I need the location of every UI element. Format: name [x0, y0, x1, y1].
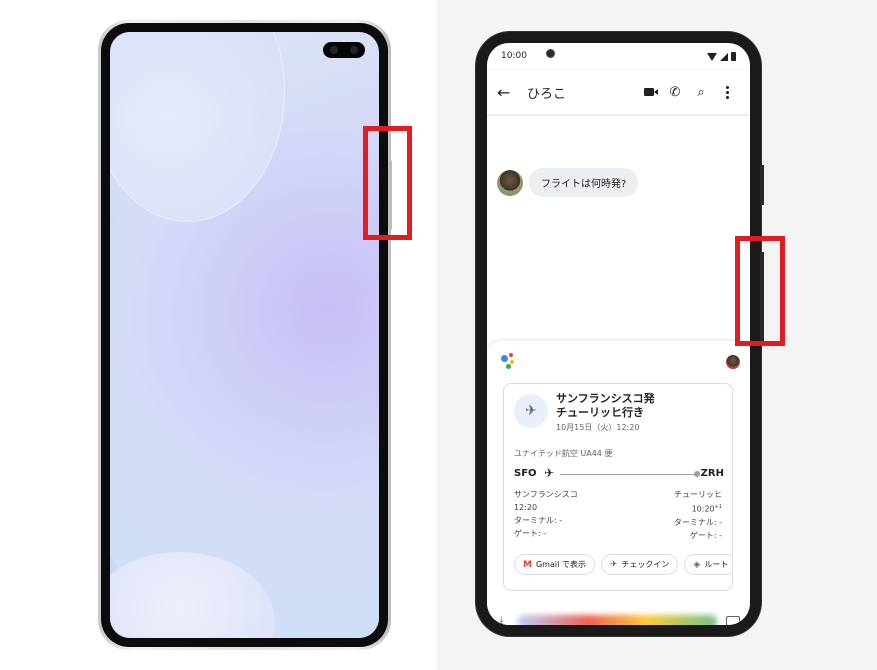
route-line [560, 474, 694, 475]
status-bar: 10:00 [501, 49, 736, 65]
view-in-gmail-chip[interactable]: M Gmail で表示 [514, 554, 595, 575]
video-call-icon[interactable] [636, 80, 662, 104]
right-phone-screen: 10:00 ← ひろこ ✆ ⌕ フライトは何時発? ✈ サンフランシスコ発 チュ… [487, 43, 750, 625]
flight-card[interactable]: ✈ サンフランシスコ発 チューリッヒ行き 10月15日（火）12:20 ユナイテ… [503, 383, 733, 591]
left-phone-bezel [101, 23, 388, 647]
front-camera [323, 42, 365, 58]
check-in-chip[interactable]: ✈ チェックイン [600, 554, 679, 575]
left-phone [98, 20, 391, 650]
origin-details: サンフランシスコ 12:20 ターミナル: - ゲート: - [514, 488, 578, 540]
avatar[interactable] [497, 169, 523, 196]
search-icon[interactable]: ⌕ [688, 80, 714, 104]
assistant-bottom-bar: ⤓ [487, 611, 750, 625]
flight-title-line1: サンフランシスコ発 [556, 392, 655, 405]
inbox-icon[interactable]: ⤓ [499, 615, 503, 625]
signal-icon [720, 52, 728, 61]
status-time: 10:00 [501, 51, 527, 61]
route-endpoint [694, 471, 700, 477]
airplane-route-icon: ✈ [544, 466, 555, 480]
user-avatar[interactable] [726, 355, 740, 369]
origin-gate: ゲート: - [514, 529, 547, 538]
route: SFO ✈ ZRH [514, 466, 724, 482]
destination-terminal: ターミナル: - [673, 517, 722, 527]
right-phone-side-button [760, 165, 764, 205]
highlight-box-right [735, 236, 785, 346]
message-bubble[interactable]: フライトは何時発? [529, 168, 639, 197]
origin-city: サンフランシスコ [514, 490, 578, 499]
origin-code: SFO [514, 468, 537, 479]
assistant-panel: ✈ サンフランシスコ発 チューリッヒ行き 10月15日（火）12:20 ユナイテ… [487, 341, 750, 611]
arrival-time-value: 10:20 [691, 504, 715, 514]
right-phone-camera [546, 49, 555, 58]
airline: ユナイテッド航空 UA44 便 [514, 449, 613, 458]
origin-terminal: ターミナル: - [514, 516, 563, 525]
app-bar: ← ひろこ ✆ ⌕ [487, 70, 750, 114]
more-vert-icon[interactable] [714, 80, 740, 104]
flight-title-line2: チューリッヒ行き [556, 406, 644, 419]
right-phone: 10:00 ← ひろこ ✆ ⌕ フライトは何時発? ✈ サンフランシスコ発 チュ… [476, 32, 761, 636]
google-assistant-icon [501, 353, 519, 371]
flight-takeoff-icon: ✈ [609, 559, 618, 570]
highlight-box-left [363, 126, 412, 240]
message-row: フライトは何時発? [497, 168, 639, 197]
action-chips: M Gmail で表示 ✈ チェックイン ◈ ルート [514, 554, 732, 575]
departure-time: 12:20 [514, 503, 538, 512]
destination-code: ZRH [700, 468, 724, 479]
flight-title: サンフランシスコ発 チューリッヒ行き [556, 392, 655, 420]
keyboard-icon[interactable] [726, 616, 740, 625]
arrow-back-icon[interactable]: ← [497, 83, 521, 102]
destination-city: チューリッヒ [674, 490, 722, 499]
arrival-time: 10:20+1 [674, 501, 722, 516]
gmail-icon: M [523, 559, 532, 570]
phone-icon[interactable]: ✆ [662, 80, 688, 104]
wifi-icon [707, 52, 717, 61]
assistant-glow [517, 615, 717, 625]
left-phone-screen [110, 32, 379, 638]
destination-gate: ゲート: - [689, 530, 722, 540]
arrival-day-offset: +1 [714, 504, 722, 510]
destination-details: チューリッヒ 10:20+1 ターミナル: - ゲート: - [674, 488, 722, 542]
flight-date: 10月15日（火）12:20 [556, 423, 640, 432]
airplane-icon: ✈ [514, 394, 548, 428]
directions-icon: ◈ [693, 559, 701, 570]
contact-name: ひろこ [527, 86, 567, 102]
battery-icon [731, 52, 736, 61]
directions-chip[interactable]: ◈ ルート [684, 554, 732, 575]
